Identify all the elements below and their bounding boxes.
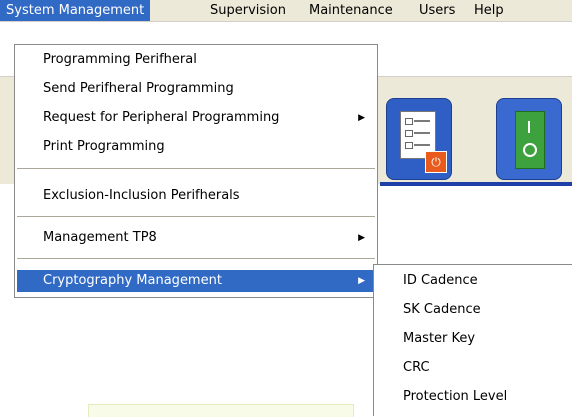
menu-item-label: Print Programming <box>43 139 165 154</box>
submenu-item-master-key[interactable]: Master Key <box>374 326 571 352</box>
submenu-item-id-cadence[interactable]: ID Cadence <box>374 268 571 294</box>
submenu-arrow-icon: ▶ <box>358 276 365 286</box>
submenu-item-sk-cadence[interactable]: SK Cadence <box>374 297 571 323</box>
menu-item-print-programming[interactable]: Print Programming <box>17 136 375 158</box>
menu-item-cryptography-management[interactable]: Cryptography Management ▶ <box>17 270 375 292</box>
submenu-arrow-icon: ▶ <box>358 113 365 123</box>
menu-item-label: Programming Perifheral <box>43 52 197 67</box>
menu-separator <box>17 168 375 169</box>
system-management-dropdown: Programming Perifheral Send Perifheral P… <box>14 44 378 298</box>
menu-users[interactable]: Users <box>413 0 461 21</box>
menu-item-exclusion-inclusion[interactable]: Exclusion-Inclusion Perifherals <box>17 185 375 207</box>
menu-system-management[interactable]: System Management <box>0 0 151 21</box>
menu-separator <box>17 258 375 259</box>
menu-item-label: Request for Peripheral Programming <box>43 110 280 125</box>
cryptography-submenu: ID Cadence SK Cadence Master Key CRC Pro… <box>373 264 572 416</box>
submenu-item-crc[interactable]: CRC <box>374 355 571 381</box>
menu-item-management-tp8[interactable]: Management TP8 ▶ <box>17 227 375 249</box>
menu-item-programming-perifheral[interactable]: Programming Perifheral <box>17 49 375 71</box>
power-icon: ⏻ <box>425 151 447 173</box>
power-switch-icon <box>515 111 545 169</box>
menu-bar: System Management Supervision Maintenanc… <box>0 0 572 22</box>
menu-item-label: Exclusion-Inclusion Perifherals <box>43 188 240 203</box>
toolbar-accent-line <box>380 182 572 186</box>
submenu-arrow-icon: ▶ <box>358 233 365 243</box>
status-panel <box>88 404 354 417</box>
menu-maintenance[interactable]: Maintenance <box>303 0 399 21</box>
menu-item-label: Send Perifheral Programming <box>43 81 234 96</box>
menu-separator <box>17 216 375 217</box>
menu-item-label: Management TP8 <box>43 230 157 245</box>
submenu-item-protection-level[interactable]: Protection Level <box>374 384 571 410</box>
menu-help[interactable]: Help <box>468 0 510 21</box>
menu-item-request-peripheral-programming[interactable]: Request for Peripheral Programming ▶ <box>17 107 375 129</box>
checklist-power-button[interactable]: ⏻ <box>386 98 452 180</box>
menu-item-send-perifheral-programming[interactable]: Send Perifheral Programming <box>17 78 375 100</box>
menu-item-label: Cryptography Management <box>43 273 222 288</box>
power-switch-button[interactable] <box>496 98 562 180</box>
menu-supervision[interactable]: Supervision <box>204 0 292 21</box>
